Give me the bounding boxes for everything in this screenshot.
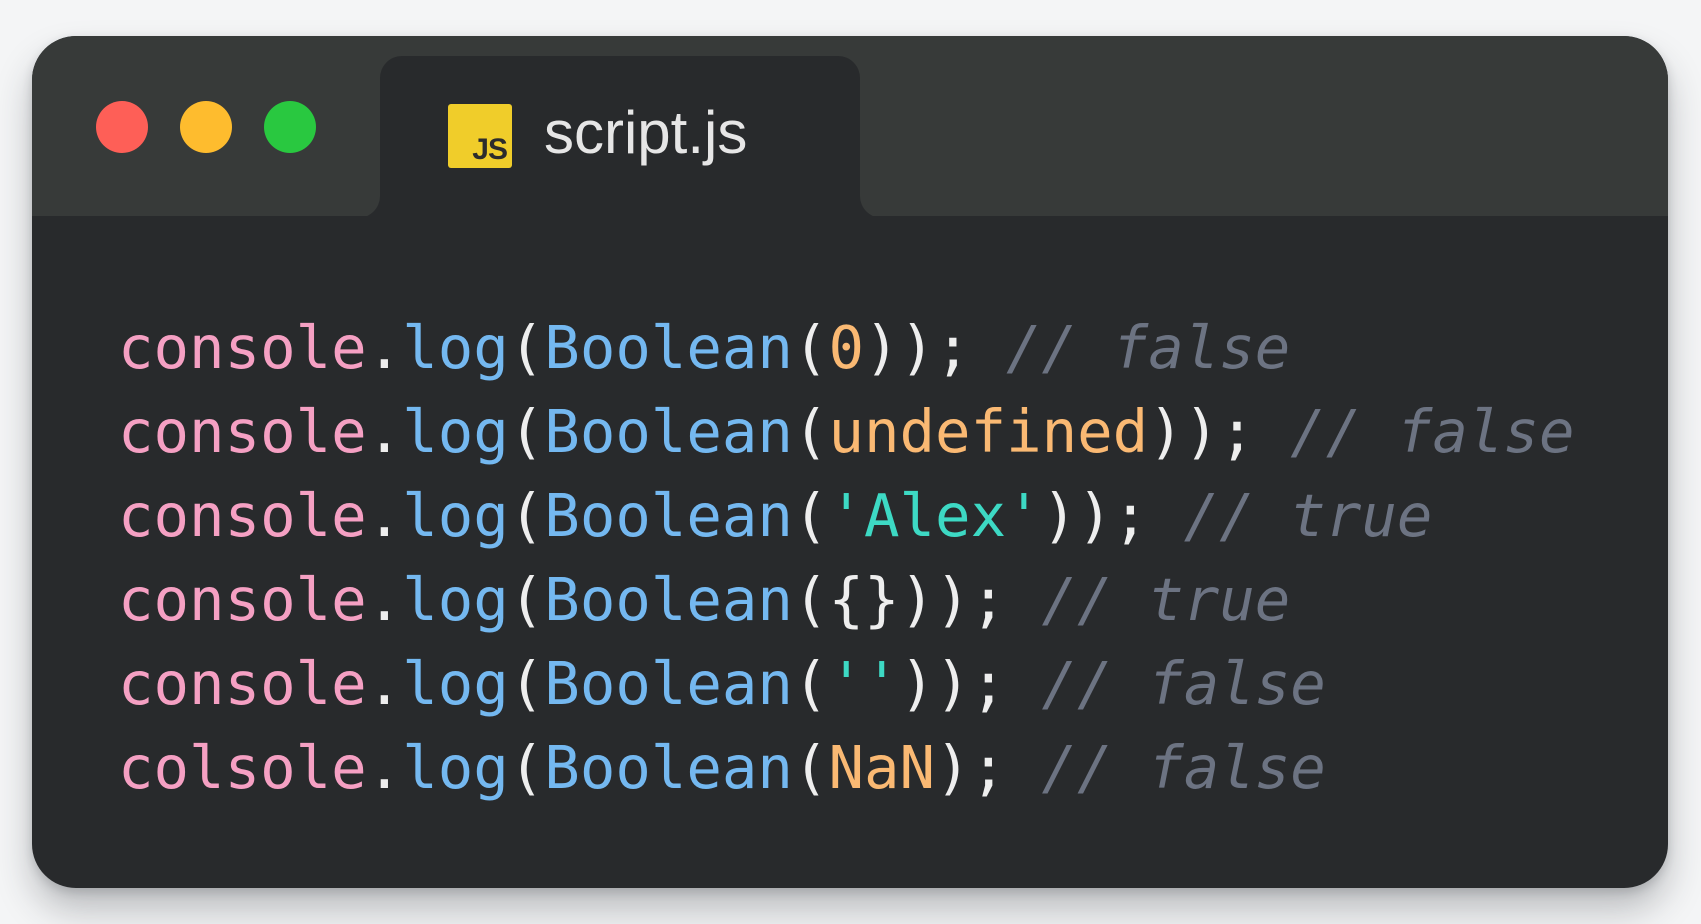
code-function: Boolean bbox=[544, 733, 793, 802]
code-object: console bbox=[118, 565, 367, 634]
code-method: log bbox=[402, 565, 509, 634]
code-paren: )) bbox=[1041, 481, 1113, 550]
code-argument: undefined bbox=[828, 397, 1149, 466]
code-dot: . bbox=[366, 397, 403, 466]
code-argument: NaN bbox=[828, 733, 936, 802]
code-comment: // true bbox=[1041, 565, 1291, 634]
code-paren: ) bbox=[935, 733, 971, 802]
code-argument: 0 bbox=[828, 313, 865, 382]
code-object: console bbox=[118, 397, 367, 466]
code-function: Boolean bbox=[544, 313, 793, 382]
code-paren: )) bbox=[864, 313, 936, 382]
code-method: log bbox=[402, 397, 509, 466]
tab-script-js[interactable]: JS script.js bbox=[380, 56, 860, 216]
code-method: log bbox=[402, 313, 509, 382]
code-function: Boolean bbox=[544, 649, 793, 718]
code-paren: ( bbox=[792, 481, 829, 550]
code-semicolon: ; bbox=[1112, 481, 1149, 550]
code-paren: )) bbox=[899, 649, 971, 718]
code-function: Boolean bbox=[544, 481, 793, 550]
code-comment: // true bbox=[1183, 481, 1433, 550]
code-paren: ( bbox=[792, 733, 829, 802]
tab-left-curve bbox=[358, 196, 380, 218]
maximize-button[interactable] bbox=[264, 101, 316, 153]
code-dot: . bbox=[366, 565, 403, 634]
code-line: console.log(Boolean(0)); // false bbox=[118, 306, 1574, 390]
code-argument: {} bbox=[828, 565, 900, 634]
code-paren: ( bbox=[508, 313, 545, 382]
code-semicolon: ; bbox=[970, 649, 1007, 718]
code-paren: ( bbox=[792, 649, 829, 718]
title-bar: JS script.js bbox=[32, 36, 1668, 218]
code-paren: ( bbox=[508, 733, 545, 802]
code-line: console.log(Boolean('Alex')); // true bbox=[118, 474, 1574, 558]
code-paren: )) bbox=[899, 565, 971, 634]
js-badge-label: JS bbox=[472, 133, 508, 166]
code-comment: // false bbox=[1006, 313, 1291, 382]
code-object: console bbox=[118, 481, 367, 550]
code-dot: . bbox=[366, 313, 403, 382]
code-dot: . bbox=[366, 481, 403, 550]
code-paren: ( bbox=[792, 397, 829, 466]
code-dot: . bbox=[366, 733, 403, 802]
code-function: Boolean bbox=[544, 397, 793, 466]
close-button[interactable] bbox=[96, 101, 148, 153]
code-paren: ( bbox=[508, 481, 545, 550]
code-paren: ( bbox=[508, 397, 545, 466]
code-argument: '' bbox=[828, 649, 900, 718]
code-method: log bbox=[402, 481, 509, 550]
code-semicolon: ; bbox=[1219, 397, 1255, 466]
code-object: console bbox=[118, 313, 367, 382]
code-editor: console.log(Boolean(0)); // false console… bbox=[118, 306, 1574, 810]
code-method: log bbox=[402, 649, 509, 718]
code-function: Boolean bbox=[544, 565, 793, 634]
code-paren: )) bbox=[1148, 397, 1220, 466]
code-semicolon: ; bbox=[970, 733, 1007, 802]
code-method: log bbox=[402, 733, 509, 802]
code-paren: ( bbox=[792, 313, 829, 382]
code-line: colsole.log(Boolean(NaN); // false bbox=[118, 726, 1574, 810]
code-line: console.log(Boolean('')); // false bbox=[118, 642, 1574, 726]
code-comment: // false bbox=[1041, 733, 1326, 802]
tab-title: script.js bbox=[544, 99, 748, 166]
code-window: JS script.js console.log(Boolean(0)); //… bbox=[32, 36, 1668, 888]
code-semicolon: ; bbox=[935, 313, 971, 382]
code-comment: // false bbox=[1290, 397, 1575, 466]
code-paren: ( bbox=[508, 649, 545, 718]
code-object: colsole bbox=[118, 733, 367, 802]
minimize-button[interactable] bbox=[180, 101, 232, 153]
code-comment: // false bbox=[1041, 649, 1326, 718]
code-paren: ( bbox=[792, 565, 829, 634]
code-paren: ( bbox=[508, 565, 545, 634]
code-semicolon: ; bbox=[970, 565, 1007, 634]
javascript-file-icon: JS bbox=[448, 104, 512, 168]
code-line: console.log(Boolean(undefined)); // fals… bbox=[118, 390, 1574, 474]
code-argument: 'Alex' bbox=[828, 481, 1042, 550]
code-dot: . bbox=[366, 649, 403, 718]
tab-right-curve bbox=[860, 196, 882, 218]
code-object: console bbox=[118, 649, 367, 718]
code-line: console.log(Boolean({})); // true bbox=[118, 558, 1574, 642]
